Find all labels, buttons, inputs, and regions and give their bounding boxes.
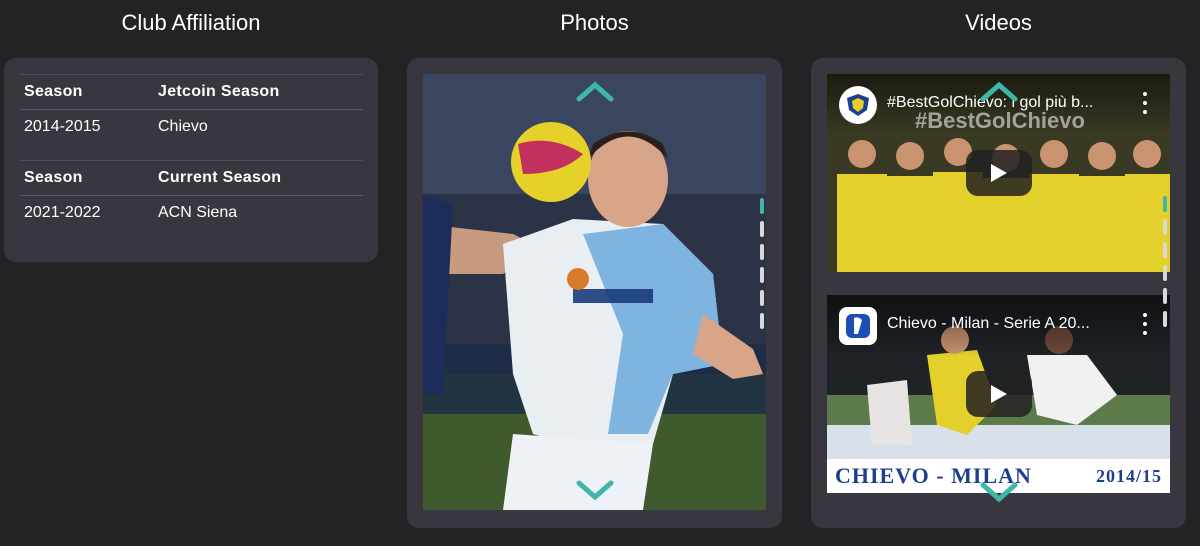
affiliation-row: 2021-2022 ACN Siena	[20, 195, 363, 230]
videos-prev-button[interactable]	[980, 80, 1018, 102]
channel-logo[interactable]	[839, 86, 877, 124]
current-season-column-header: Current Season	[158, 169, 282, 186]
season-value: 2021-2022	[24, 204, 101, 221]
season-caption: 2014/15	[1095, 465, 1162, 486]
season-value: 2014-2015	[24, 118, 101, 135]
serie-a-logo-icon	[846, 314, 870, 338]
pagination-dot[interactable]	[760, 313, 764, 329]
play-button[interactable]	[965, 371, 1032, 417]
videos-pagination	[1163, 196, 1167, 327]
channel-logo[interactable]	[839, 307, 877, 345]
pagination-dot[interactable]	[760, 244, 764, 260]
club-affiliation-title: Club Affiliation	[121, 10, 261, 35]
more-vertical-icon[interactable]	[1142, 313, 1148, 335]
play-icon	[990, 385, 1007, 403]
videos-title: Videos	[965, 10, 1032, 35]
video-title[interactable]: Chievo - Milan - Serie A 20...	[887, 315, 1127, 333]
more-vertical-icon[interactable]	[1142, 92, 1148, 114]
pagination-dot[interactable]	[1163, 288, 1167, 304]
photos-panel	[407, 58, 782, 528]
pagination-dot[interactable]	[1163, 196, 1167, 212]
pagination-dot[interactable]	[760, 221, 764, 237]
affiliation-header-row: Season Current Season	[20, 160, 363, 195]
club-value: ACN Siena	[158, 204, 238, 221]
pagination-dot[interactable]	[760, 267, 764, 283]
player-photo	[423, 74, 766, 510]
photos-title: Photos	[560, 10, 629, 35]
photos-next-button[interactable]	[576, 480, 614, 502]
pagination-dot[interactable]	[1163, 311, 1167, 327]
jetcoin-season-column-header: Jetcoin Season	[158, 83, 280, 100]
season-column-header: Season	[24, 169, 83, 186]
pagination-dot[interactable]	[760, 290, 764, 306]
chievo-crest-icon	[847, 94, 869, 116]
photos-prev-button[interactable]	[576, 80, 614, 102]
chevron-up-icon	[576, 81, 613, 102]
video-card[interactable]: Chievo - Milan - Serie A 20... CHIEVO - …	[827, 295, 1170, 493]
videos-next-button[interactable]	[980, 482, 1018, 504]
play-button[interactable]	[965, 150, 1032, 196]
club-affiliation-panel: Season Jetcoin Season 2014-2015 Chievo S…	[4, 58, 378, 262]
video-card[interactable]: #BestGolChievo #BestGolChievo: i gol più…	[827, 74, 1170, 272]
pagination-dot[interactable]	[1163, 219, 1167, 235]
affiliation-table: Season Jetcoin Season 2014-2015 Chievo S…	[20, 74, 363, 230]
season-column-header: Season	[24, 83, 83, 100]
pagination-dot[interactable]	[760, 198, 764, 214]
photos-pagination	[760, 198, 764, 329]
affiliation-row: 2014-2015 Chievo	[20, 109, 363, 144]
chevron-up-icon	[980, 81, 1017, 102]
videos-panel: #BestGolChievo #BestGolChievo: i gol più…	[811, 58, 1186, 528]
chevron-down-icon	[980, 482, 1017, 503]
play-icon	[990, 164, 1007, 182]
affiliation-header-row: Season Jetcoin Season	[20, 74, 363, 109]
player-photo-illustration	[423, 74, 766, 510]
pagination-dot[interactable]	[1163, 242, 1167, 258]
club-value: Chievo	[158, 118, 208, 135]
pagination-dot[interactable]	[1163, 265, 1167, 281]
chevron-down-icon	[576, 480, 613, 501]
